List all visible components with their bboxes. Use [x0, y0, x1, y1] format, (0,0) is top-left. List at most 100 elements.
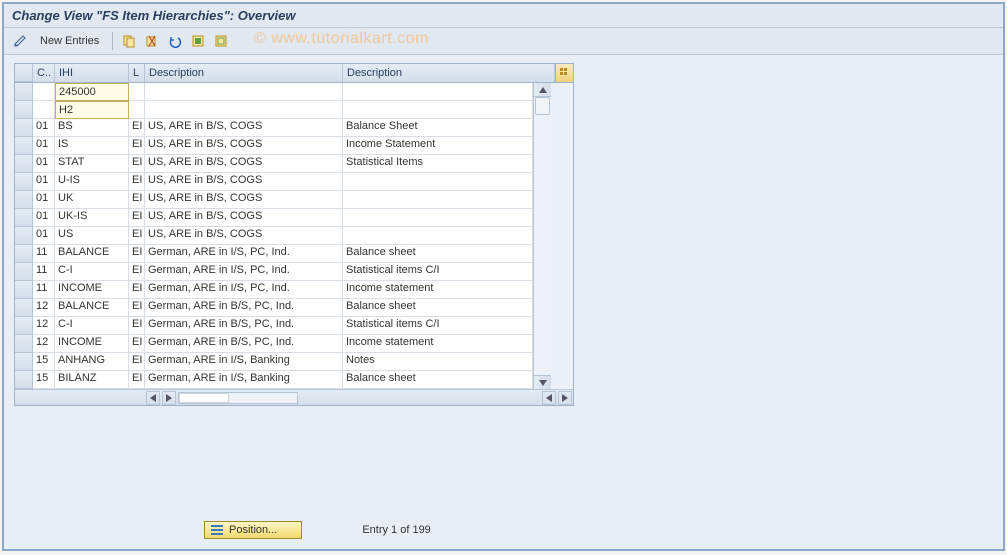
- position-button[interactable]: Position...: [204, 521, 302, 539]
- cell-c[interactable]: 12: [33, 317, 55, 335]
- scroll-left-icon[interactable]: [146, 391, 160, 405]
- vertical-scrollbar[interactable]: [533, 83, 551, 389]
- cell-ihi[interactable]: C-I: [55, 317, 129, 335]
- cell-description-1[interactable]: US, ARE in B/S, COGS: [145, 155, 343, 173]
- cell-description-1[interactable]: US, ARE in B/S, COGS: [145, 137, 343, 155]
- cell-description-1[interactable]: US, ARE in B/S, COGS: [145, 173, 343, 191]
- cell-description-1[interactable]: US, ARE in B/S, COGS: [145, 191, 343, 209]
- new-entries-button[interactable]: New Entries: [33, 31, 106, 51]
- cell-c[interactable]: 01: [33, 137, 55, 155]
- cell-description-1[interactable]: German, ARE in I/S, Banking: [145, 371, 343, 389]
- cell-lang[interactable]: EI: [129, 317, 145, 335]
- cell-ihi[interactable]: INCOME: [55, 335, 129, 353]
- horizontal-scrollbar[interactable]: [15, 389, 573, 405]
- cell-description-2[interactable]: Balance sheet: [343, 245, 533, 263]
- cell-description-1[interactable]: [145, 83, 343, 101]
- cell-c[interactable]: 15: [33, 353, 55, 371]
- cell-c[interactable]: [33, 101, 55, 119]
- row-selector[interactable]: [15, 209, 33, 227]
- hscroll-thumb[interactable]: [179, 393, 229, 403]
- ihi-input[interactable]: 245000: [55, 83, 129, 101]
- ihi-input[interactable]: H2: [55, 101, 129, 119]
- cell-ihi[interactable]: BILANZ: [55, 371, 129, 389]
- cell-description-2[interactable]: Balance Sheet: [343, 119, 533, 137]
- row-selector[interactable]: [15, 137, 33, 155]
- col-l[interactable]: L: [129, 64, 145, 82]
- table-settings-icon[interactable]: [555, 64, 573, 82]
- row-selector[interactable]: [15, 335, 33, 353]
- cell-ihi[interactable]: US: [55, 227, 129, 245]
- cell-ihi[interactable]: C-I: [55, 263, 129, 281]
- cell-description-1[interactable]: German, ARE in B/S, PC, Ind.: [145, 335, 343, 353]
- cell-description-2[interactable]: [343, 227, 533, 245]
- cell-ihi[interactable]: UK-IS: [55, 209, 129, 227]
- select-all-rows[interactable]: [15, 64, 33, 82]
- row-selector[interactable]: [15, 317, 33, 335]
- toggle-edit-icon[interactable]: [10, 31, 30, 51]
- row-selector[interactable]: [15, 83, 33, 101]
- cell-lang[interactable]: EI: [129, 281, 145, 299]
- col-c[interactable]: C..: [33, 64, 55, 82]
- cell-c[interactable]: 01: [33, 191, 55, 209]
- cell-description-1[interactable]: German, ARE in B/S, PC, Ind.: [145, 317, 343, 335]
- cell-description-2[interactable]: Balance sheet: [343, 299, 533, 317]
- scroll-right-2-icon[interactable]: [558, 391, 572, 405]
- cell-c[interactable]: 12: [33, 299, 55, 317]
- cell-ihi[interactable]: BALANCE: [55, 245, 129, 263]
- cell-description-2[interactable]: [343, 173, 533, 191]
- cell-c[interactable]: 01: [33, 209, 55, 227]
- row-selector[interactable]: [15, 353, 33, 371]
- cell-lang[interactable]: EI: [129, 119, 145, 137]
- cell-c[interactable]: 11: [33, 263, 55, 281]
- cell-lang[interactable]: EI: [129, 191, 145, 209]
- cell-lang[interactable]: EI: [129, 227, 145, 245]
- cell-lang[interactable]: EI: [129, 263, 145, 281]
- cell-lang[interactable]: EI: [129, 371, 145, 389]
- cell-description-1[interactable]: German, ARE in I/S, Banking: [145, 353, 343, 371]
- row-selector[interactable]: [15, 119, 33, 137]
- cell-c[interactable]: 15: [33, 371, 55, 389]
- col-description-1[interactable]: Description: [145, 64, 343, 82]
- cell-ihi[interactable]: INCOME: [55, 281, 129, 299]
- cell-description-2[interactable]: Statistical items C/I: [343, 317, 533, 335]
- cell-ihi[interactable]: BS: [55, 119, 129, 137]
- cell-description-2[interactable]: [343, 83, 533, 101]
- row-selector[interactable]: [15, 299, 33, 317]
- row-selector[interactable]: [15, 191, 33, 209]
- cell-ihi[interactable]: ANHANG: [55, 353, 129, 371]
- row-selector[interactable]: [15, 371, 33, 389]
- cell-description-2[interactable]: Notes: [343, 353, 533, 371]
- cell-c[interactable]: 11: [33, 281, 55, 299]
- cell-ihi[interactable]: IS: [55, 137, 129, 155]
- row-selector[interactable]: [15, 173, 33, 191]
- cell-lang[interactable]: EI: [129, 137, 145, 155]
- cell-description-2[interactable]: Balance sheet: [343, 371, 533, 389]
- cell-c[interactable]: 01: [33, 173, 55, 191]
- cell-description-1[interactable]: US, ARE in B/S, COGS: [145, 209, 343, 227]
- cell-description-1[interactable]: German, ARE in I/S, PC, Ind.: [145, 245, 343, 263]
- copy-icon[interactable]: [119, 31, 139, 51]
- scroll-down-icon[interactable]: [534, 375, 551, 389]
- cell-description-2[interactable]: Statistical Items: [343, 155, 533, 173]
- scroll-left-2-icon[interactable]: [542, 391, 556, 405]
- row-selector[interactable]: [15, 245, 33, 263]
- cell-c[interactable]: 01: [33, 155, 55, 173]
- cell-c[interactable]: 11: [33, 245, 55, 263]
- select-all-icon[interactable]: [188, 31, 208, 51]
- cell-lang[interactable]: EI: [129, 155, 145, 173]
- scroll-right-icon[interactable]: [162, 391, 176, 405]
- cell-lang[interactable]: [129, 101, 145, 119]
- delete-icon[interactable]: [142, 31, 162, 51]
- cell-lang[interactable]: EI: [129, 245, 145, 263]
- undo-icon[interactable]: [165, 31, 185, 51]
- deselect-all-icon[interactable]: [211, 31, 231, 51]
- cell-description-1[interactable]: German, ARE in B/S, PC, Ind.: [145, 299, 343, 317]
- cell-description-1[interactable]: German, ARE in I/S, PC, Ind.: [145, 281, 343, 299]
- row-selector[interactable]: [15, 263, 33, 281]
- cell-c[interactable]: [33, 83, 55, 101]
- cell-description-1[interactable]: US, ARE in B/S, COGS: [145, 227, 343, 245]
- cell-c[interactable]: 12: [33, 335, 55, 353]
- col-description-2[interactable]: Description: [343, 64, 555, 82]
- cell-description-1[interactable]: German, ARE in I/S, PC, Ind.: [145, 263, 343, 281]
- cell-description-2[interactable]: Income Statement: [343, 137, 533, 155]
